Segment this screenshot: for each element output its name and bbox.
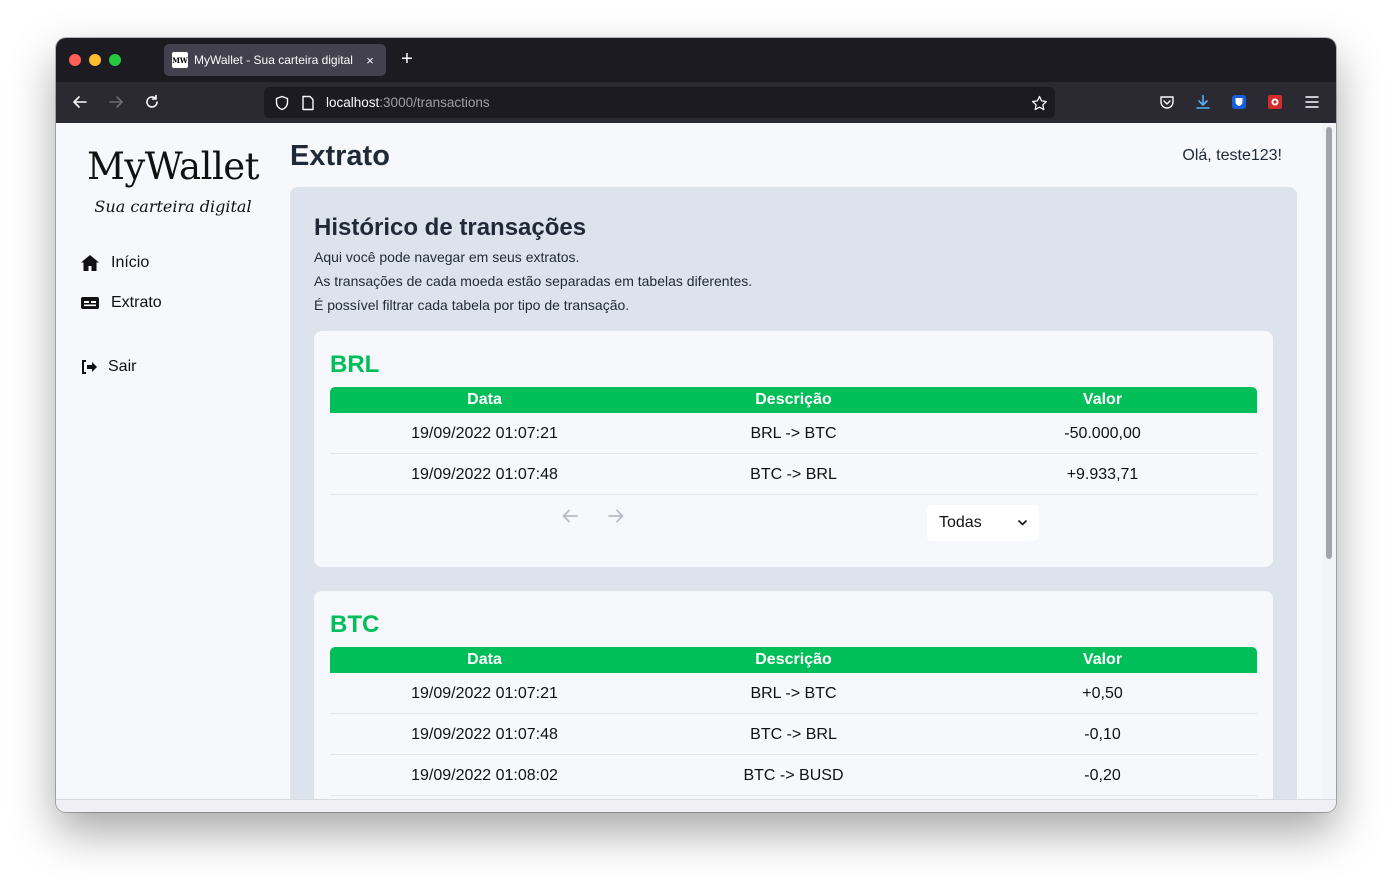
table-row: 19/09/2022 01:07:48 BTC -> BRL +9.933,71 xyxy=(330,454,1257,495)
app-logo[interactable]: MyWallet xyxy=(56,145,290,188)
user-greeting: Olá, teste123! xyxy=(1182,147,1282,164)
page-title: Extrato xyxy=(290,140,390,172)
column-header-valor: Valor xyxy=(1082,391,1123,408)
favicon-icon: MW xyxy=(172,52,188,68)
url-host: localhost xyxy=(326,95,380,110)
column-header-descricao: Descrição xyxy=(755,651,832,668)
chevron-down-icon xyxy=(1018,520,1027,526)
browser-tab[interactable]: MW MyWallet - Sua carteira digital × xyxy=(164,44,386,76)
table-row: 19/09/2022 01:07:21 BRL -> BTC +0,50 xyxy=(330,673,1257,714)
next-page-icon[interactable] xyxy=(603,503,629,529)
history-panel: Histórico de transações Aqui você pode n… xyxy=(290,187,1297,799)
transaction-type-filter[interactable]: Todas xyxy=(927,505,1039,541)
sidebar-item-label: Sair xyxy=(108,358,137,375)
history-description-line: Aqui você pode navegar em seus extratos. xyxy=(314,249,580,265)
bookmark-star-icon[interactable] xyxy=(1029,93,1049,113)
extension-icon[interactable] xyxy=(1265,92,1285,112)
browser-toolbar: localhost:3000/transactions xyxy=(56,82,1336,123)
column-header-valor: Valor xyxy=(1082,651,1123,668)
btc-transactions-card: BTC Data Descrição Valor 19/09/2022 01:0… xyxy=(314,591,1273,799)
url-path: :3000/transactions xyxy=(379,95,490,110)
cell-description: BTC -> BRL xyxy=(750,466,837,483)
downloads-icon[interactable] xyxy=(1193,92,1213,112)
cell-value: +0,50 xyxy=(1082,685,1123,702)
sidebar-item-label: Início xyxy=(111,254,150,271)
filter-selected-value: Todas xyxy=(939,514,982,531)
address-bar[interactable]: localhost:3000/transactions xyxy=(264,87,1055,118)
new-tab-button[interactable]: + xyxy=(396,48,418,72)
table-header: Data Descrição Valor xyxy=(330,647,1257,673)
cell-description: BTC -> BUSD xyxy=(743,767,844,784)
zoom-window-button[interactable] xyxy=(109,54,121,66)
cell-date: 19/09/2022 01:07:48 xyxy=(411,726,558,743)
reload-icon[interactable] xyxy=(142,92,162,112)
cell-date: 19/09/2022 01:07:21 xyxy=(411,685,558,702)
sidebar-item-extrato[interactable]: Extrato xyxy=(80,291,162,315)
cell-description: BRL -> BTC xyxy=(750,685,837,702)
table-row: 19/09/2022 01:07:21 BRL -> BTC -50.000,0… xyxy=(330,413,1257,454)
page-scrollbar[interactable] xyxy=(1322,123,1336,799)
title-bar: MW MyWallet - Sua carteira digital × + xyxy=(56,38,1336,82)
cell-date: 19/09/2022 01:07:48 xyxy=(411,466,558,483)
url-text[interactable]: localhost:3000/transactions xyxy=(326,95,490,110)
scrollbar-thumb[interactable] xyxy=(1326,127,1332,559)
tab-title: MyWallet - Sua carteira digital xyxy=(194,53,353,67)
cell-value: -50.000,00 xyxy=(1064,425,1141,442)
column-header-data: Data xyxy=(467,391,502,408)
history-description-line: É possível filtrar cada tabela por tipo … xyxy=(314,297,630,313)
table-header: Data Descrição Valor xyxy=(330,387,1257,413)
page-info-icon[interactable] xyxy=(298,93,318,113)
card-currency-title: BRL xyxy=(330,351,380,378)
forward-icon[interactable] xyxy=(106,92,126,112)
brl-transactions-card: BRL Data Descrição Valor 19/09/2022 01:0… xyxy=(314,331,1273,567)
tracking-shield-icon[interactable] xyxy=(272,93,292,113)
logout-icon xyxy=(82,360,97,374)
cell-description: BRL -> BTC xyxy=(750,425,837,442)
cell-description: BTC -> BRL xyxy=(750,726,837,743)
history-title: Histórico de transações xyxy=(314,214,587,241)
sidebar-item-inicio[interactable]: Início xyxy=(80,251,149,275)
back-icon[interactable] xyxy=(70,92,90,112)
sidebar-item-label: Extrato xyxy=(111,294,162,311)
app-tagline: Sua carteira digital xyxy=(94,197,252,216)
column-header-data: Data xyxy=(467,651,502,668)
window-bottom-edge xyxy=(56,799,1336,812)
column-header-descricao: Descrição xyxy=(755,391,832,408)
table-row: 19/09/2022 01:07:48 BTC -> BRL -0,10 xyxy=(330,714,1257,755)
pocket-icon[interactable] xyxy=(1157,92,1177,112)
statement-icon xyxy=(81,297,99,309)
cell-value: -0,10 xyxy=(1084,726,1121,743)
home-icon xyxy=(81,255,99,271)
menu-icon[interactable] xyxy=(1302,92,1322,112)
tab-close-icon[interactable]: × xyxy=(362,53,378,68)
card-currency-title: BTC xyxy=(330,611,380,638)
previous-page-icon[interactable] xyxy=(557,503,583,529)
bitwarden-extension-icon[interactable] xyxy=(1229,92,1249,112)
cell-date: 19/09/2022 01:07:21 xyxy=(411,425,558,442)
sidebar-item-sair[interactable]: Sair xyxy=(80,355,136,379)
browser-window: MW MyWallet - Sua carteira digital × + l… xyxy=(56,38,1336,812)
page-content: MyWallet Sua carteira digital Início Ext… xyxy=(56,123,1336,799)
minimize-window-button[interactable] xyxy=(89,54,101,66)
cell-value: +9.933,71 xyxy=(1066,466,1139,483)
cell-value: -0,20 xyxy=(1084,767,1121,784)
table-row: 19/09/2022 01:08:02 BTC -> BUSD -0,20 xyxy=(330,755,1257,796)
close-window-button[interactable] xyxy=(69,54,81,66)
history-description-line: As transações de cada moeda estão separa… xyxy=(314,273,753,289)
cell-date: 19/09/2022 01:08:02 xyxy=(411,767,558,784)
